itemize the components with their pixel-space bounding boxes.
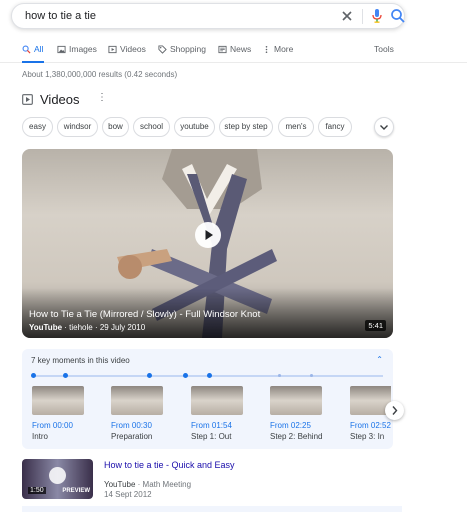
tab-shopping[interactable]: Shopping bbox=[158, 44, 206, 54]
tab-news[interactable]: News bbox=[218, 44, 251, 54]
key-moment-label: Preparation bbox=[111, 432, 153, 441]
tab-label: More bbox=[274, 44, 294, 54]
video-source: YouTube bbox=[29, 323, 63, 332]
search-tabs: All Images Videos Shopping News More Too… bbox=[0, 43, 467, 63]
tab-label: Shopping bbox=[170, 44, 206, 54]
video-date: 29 July 2010 bbox=[99, 323, 146, 332]
chip-easy[interactable]: easy bbox=[22, 117, 53, 137]
collapse-caret-icon[interactable]: ⌃ bbox=[376, 355, 383, 364]
chevron-right-icon bbox=[392, 406, 398, 415]
search-icon bbox=[22, 45, 31, 54]
more-options-icon[interactable]: ⋮ bbox=[97, 92, 107, 103]
key-moment-thumbnail bbox=[32, 386, 84, 415]
search-box[interactable]: how to tie a tie bbox=[11, 3, 405, 29]
video-result[interactable]: 1:50 PREVIEW How to tie a tie - Quick an… bbox=[22, 459, 402, 501]
key-moments-heading: 7 key moments in this video bbox=[31, 356, 130, 365]
featured-video[interactable]: How to Tie a Tie (Mirrored / Slowly) - F… bbox=[22, 149, 393, 338]
video-title[interactable]: How to Tie a Tie (Mirrored / Slowly) - F… bbox=[29, 309, 260, 320]
key-moment-item[interactable]: From 00:30 Preparation bbox=[111, 386, 171, 441]
timeline-marker[interactable] bbox=[63, 373, 68, 378]
key-moment-item[interactable]: From 01:54 Step 1: Out bbox=[191, 386, 251, 441]
tab-more[interactable]: More bbox=[262, 44, 293, 54]
result-channel: Math Meeting bbox=[142, 480, 192, 489]
key-moment-time: From 01:54 bbox=[191, 421, 232, 430]
video-channel: tiehole bbox=[69, 323, 93, 332]
key-moments-next-button[interactable] bbox=[385, 401, 404, 420]
timeline-marker[interactable] bbox=[183, 373, 188, 378]
key-moments-panel: 7 key moments in this video ⌃ From 00:00… bbox=[22, 349, 393, 449]
key-moment-thumbnail bbox=[270, 386, 322, 415]
result-title[interactable]: How to tie a tie - Quick and Easy bbox=[104, 460, 235, 470]
more-vert-icon bbox=[265, 45, 268, 53]
tab-label: Videos bbox=[120, 44, 146, 54]
tab-all[interactable]: All bbox=[22, 44, 43, 54]
videos-section-header: Videos ⋮ bbox=[22, 92, 107, 107]
key-moment-time: From 00:30 bbox=[111, 421, 152, 430]
key-moment-label: Step 2: Behind bbox=[270, 432, 323, 441]
video-icon bbox=[22, 94, 33, 105]
result-source-line: YouTube · Math Meeting bbox=[104, 480, 192, 489]
tag-icon bbox=[158, 44, 167, 54]
tools-label: Tools bbox=[374, 44, 394, 54]
chip-mens[interactable]: men's bbox=[278, 117, 314, 137]
key-moment-time: From 00:00 bbox=[32, 421, 73, 430]
result-duration: 1:50 bbox=[28, 487, 46, 494]
videos-heading: Videos bbox=[40, 92, 80, 107]
result-thumbnail[interactable]: 1:50 PREVIEW bbox=[22, 459, 93, 499]
news-icon bbox=[218, 45, 227, 53]
key-moment-label: Step 3: In bbox=[350, 432, 385, 441]
search-icon[interactable] bbox=[390, 8, 406, 24]
result-date: 14 Sept 2012 bbox=[104, 490, 152, 499]
timeline-marker[interactable] bbox=[31, 373, 36, 378]
tools-button[interactable]: Tools bbox=[374, 44, 394, 54]
play-icon bbox=[49, 467, 66, 484]
tab-images[interactable]: Images bbox=[57, 44, 97, 54]
clear-icon[interactable] bbox=[339, 8, 355, 24]
chip-youtube[interactable]: youtube bbox=[174, 117, 215, 137]
key-moment-label: Intro bbox=[32, 432, 49, 441]
active-tab-indicator bbox=[22, 61, 44, 63]
tab-label: All bbox=[34, 44, 44, 54]
result-stats: About 1,380,000,000 results (0.42 second… bbox=[22, 70, 178, 79]
search-divider bbox=[362, 9, 363, 24]
chip-school[interactable]: school bbox=[133, 117, 170, 137]
microphone-icon[interactable] bbox=[370, 8, 384, 24]
chip-bow[interactable]: bow bbox=[102, 117, 129, 137]
timeline-marker[interactable] bbox=[278, 374, 281, 377]
image-icon bbox=[57, 45, 66, 53]
video-meta: YouTube · tiehole · 29 July 2010 bbox=[29, 323, 146, 332]
timeline-marker[interactable] bbox=[207, 373, 212, 378]
play-icon[interactable] bbox=[195, 222, 221, 248]
chips-expand-button[interactable] bbox=[374, 117, 394, 137]
tab-label: Images bbox=[69, 44, 97, 54]
chip-windsor[interactable]: windsor bbox=[57, 117, 98, 137]
result-source: YouTube bbox=[104, 480, 136, 489]
key-moment-thumbnail bbox=[191, 386, 243, 415]
preview-label: PREVIEW bbox=[62, 488, 90, 494]
key-moment-label: Step 1: Out bbox=[191, 432, 232, 441]
timeline-marker[interactable] bbox=[310, 374, 313, 377]
key-moment-thumbnail bbox=[111, 386, 163, 415]
chip-step-by-step[interactable]: step by step bbox=[219, 117, 273, 137]
tab-label: News bbox=[230, 44, 252, 54]
tab-videos[interactable]: Videos bbox=[108, 44, 146, 54]
video-duration-badge: 5:41 bbox=[365, 320, 386, 331]
video-icon bbox=[108, 45, 117, 53]
chip-fancy[interactable]: fancy bbox=[318, 117, 352, 137]
key-moment-time: From 02:52 bbox=[350, 421, 391, 430]
key-moment-item[interactable]: From 00:00 Intro bbox=[32, 386, 92, 441]
key-moment-time: From 02:25 bbox=[270, 421, 311, 430]
timeline-marker[interactable] bbox=[147, 373, 152, 378]
search-input[interactable]: how to tie a tie bbox=[25, 10, 96, 22]
key-moment-item[interactable]: From 02:25 Step 2: Behind bbox=[270, 386, 330, 441]
chevron-down-icon bbox=[380, 125, 388, 130]
next-result-edge bbox=[22, 506, 402, 512]
